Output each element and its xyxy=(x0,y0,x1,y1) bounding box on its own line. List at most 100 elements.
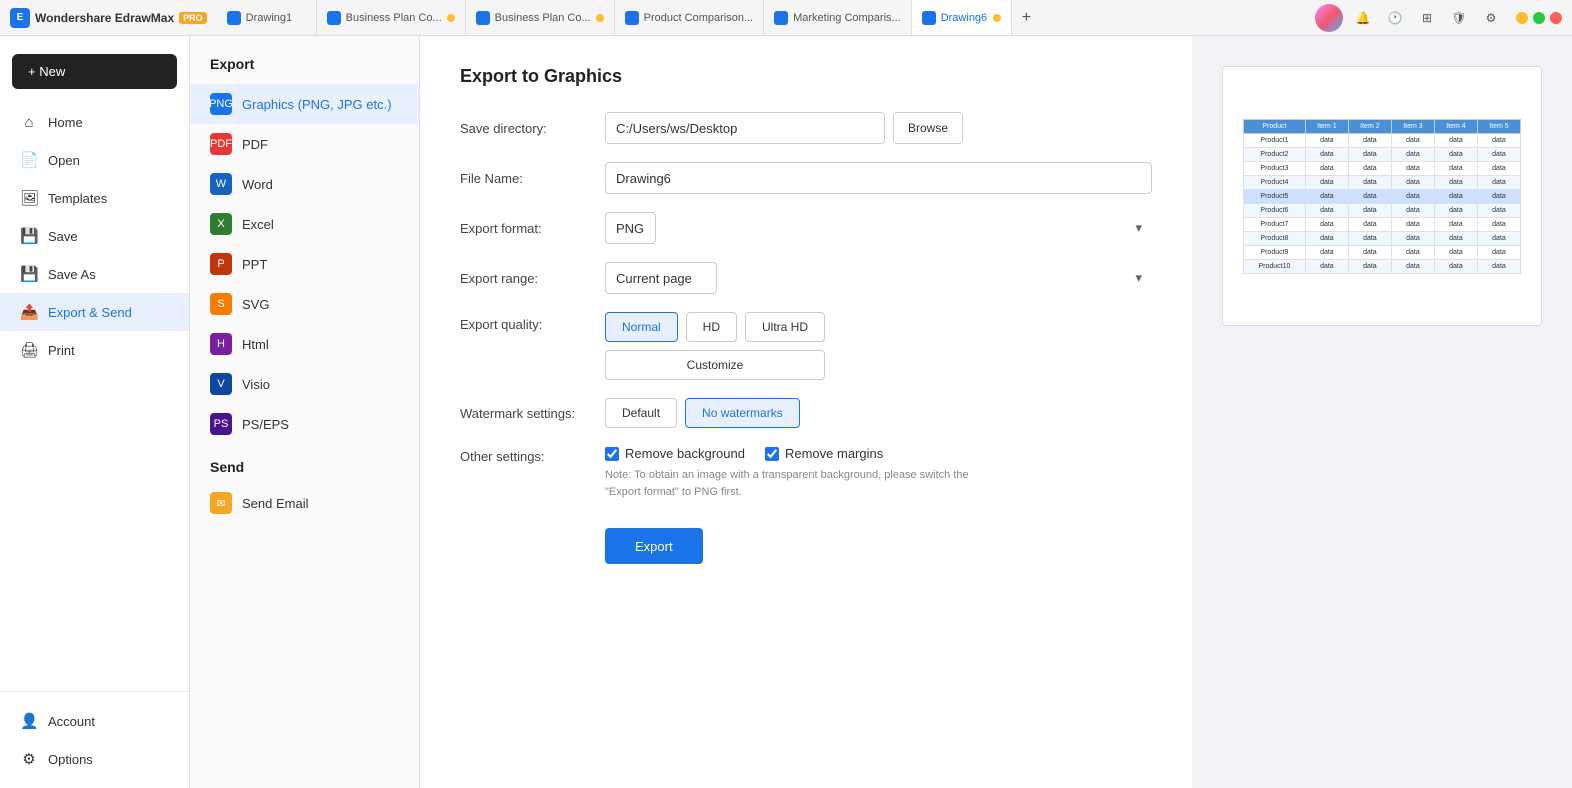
other-settings-control: Remove background Remove margins Note: T… xyxy=(605,446,1152,500)
export-button[interactable]: Export xyxy=(605,528,703,564)
main-content: Export to Graphics Save directory: Brows… xyxy=(420,36,1192,788)
visio-icon: V xyxy=(210,373,232,395)
sidebar-item-print[interactable]: 🖨 Print xyxy=(0,331,189,369)
export-format-row: Export format: PNG JPG BMP TIFF GIF xyxy=(460,212,1152,244)
shield-icon[interactable]: 🛡 xyxy=(1447,6,1471,30)
email-icon: ✉ xyxy=(210,492,232,514)
quality-normal-button[interactable]: Normal xyxy=(605,312,678,342)
sidebar-item-save[interactable]: 💾 Save xyxy=(0,217,189,255)
account-icon: 👤 xyxy=(20,712,38,730)
remove-margins-checkbox[interactable]: Remove margins xyxy=(765,446,883,461)
sidebar-item-templates[interactable]: 🖼 Templates xyxy=(0,179,189,217)
watermark-default-button[interactable]: Default xyxy=(605,398,677,428)
preview-table: Product Item 1 Item 2 Item 3 Item 4 Item… xyxy=(1243,119,1521,274)
other-settings-label: Other settings: xyxy=(460,446,590,464)
export-item-word[interactable]: W Word xyxy=(190,164,419,204)
save-directory-row: Save directory: Browse xyxy=(460,112,1152,144)
quality-group: Normal HD Ultra HD xyxy=(605,312,825,342)
maximize-button[interactable] xyxy=(1533,12,1545,24)
svg-icon: S xyxy=(210,293,232,315)
quality-ultra-hd-button[interactable]: Ultra HD xyxy=(745,312,825,342)
watermark-group: Default No watermarks xyxy=(605,398,800,428)
tabs-bar: Drawing1 Business Plan Co... Business Pl… xyxy=(217,0,1315,35)
note-text: Note: To obtain an image with a transpar… xyxy=(605,467,985,500)
export-item-html[interactable]: H Html xyxy=(190,324,419,364)
remove-background-input[interactable] xyxy=(605,447,619,461)
export-range-select[interactable]: Current page All pages Selected pages xyxy=(605,262,717,294)
file-name-control xyxy=(605,162,1152,194)
other-settings-row: Other settings: Remove background Remove… xyxy=(460,446,1152,500)
file-name-label: File Name: xyxy=(460,171,590,186)
save-directory-label: Save directory: xyxy=(460,121,590,136)
export-item-graphics[interactable]: PNG Graphics (PNG, JPG etc.) xyxy=(190,84,419,124)
quality-section: Normal HD Ultra HD Customize xyxy=(605,312,825,380)
send-section-title: Send xyxy=(190,444,419,483)
tab-drawing1[interactable]: Drawing1 xyxy=(217,0,317,35)
close-button[interactable] xyxy=(1550,12,1562,24)
titlebar-controls: 🔔 🕐 ⊞ 🛡 ⚙ xyxy=(1315,4,1572,32)
page-title: Export to Graphics xyxy=(460,66,1152,87)
file-name-row: File Name: xyxy=(460,162,1152,194)
sidebar-item-account[interactable]: 👤 Account xyxy=(0,702,189,740)
tab-business-plan-1[interactable]: Business Plan Co... xyxy=(317,0,466,35)
minimize-button[interactable] xyxy=(1516,12,1528,24)
customize-button[interactable]: Customize xyxy=(605,350,825,380)
sidebar-bottom: 👤 Account ⚙ Options xyxy=(0,691,189,778)
app-icon: E xyxy=(10,8,30,28)
file-name-input[interactable] xyxy=(605,162,1152,194)
templates-icon: 🖼 xyxy=(20,189,38,207)
clock-icon[interactable]: 🕐 xyxy=(1383,6,1407,30)
titlebar: E Wondershare EdrawMax PRO Drawing1 Busi… xyxy=(0,0,1572,36)
export-range-row: Export range: Current page All pages Sel… xyxy=(460,262,1152,294)
export-item-svg[interactable]: S SVG xyxy=(190,284,419,324)
settings-icon[interactable]: ⚙ xyxy=(1479,6,1503,30)
notification-bell[interactable]: 🔔 xyxy=(1351,6,1375,30)
watermark-control: Default No watermarks xyxy=(605,398,1152,428)
html-icon: H xyxy=(210,333,232,355)
export-range-label: Export range: xyxy=(460,271,590,286)
export-format-control: PNG JPG BMP TIFF GIF xyxy=(605,212,1152,244)
tab-drawing6[interactable]: Drawing6 xyxy=(912,0,1012,35)
export-item-pdf[interactable]: PDF PDF xyxy=(190,124,419,164)
tab-business-plan-2[interactable]: Business Plan Co... xyxy=(466,0,615,35)
sidebar-item-open[interactable]: 📄 Open xyxy=(0,141,189,179)
checkbox-group: Remove background Remove margins xyxy=(605,446,985,461)
window-controls xyxy=(1516,12,1562,24)
user-avatar[interactable] xyxy=(1315,4,1343,32)
add-tab-button[interactable]: + xyxy=(1012,9,1041,27)
browse-button[interactable]: Browse xyxy=(893,112,963,144)
preview-box: Product Item 1 Item 2 Item 3 Item 4 Item… xyxy=(1222,66,1542,326)
export-format-label: Export format: xyxy=(460,221,590,236)
sidebar-item-home[interactable]: ⌂ Home xyxy=(0,104,189,141)
word-icon: W xyxy=(210,173,232,195)
home-icon: ⌂ xyxy=(20,114,38,131)
save-icon: 💾 xyxy=(20,227,38,245)
export-item-pseps[interactable]: PS PS/EPS xyxy=(190,404,419,444)
export-item-send-email[interactable]: ✉ Send Email xyxy=(190,483,419,523)
export-item-excel[interactable]: X Excel xyxy=(190,204,419,244)
tab-product-comparison[interactable]: Product Comparison... xyxy=(615,0,764,35)
new-button[interactable]: + New xyxy=(12,54,177,89)
grid-icon[interactable]: ⊞ xyxy=(1415,6,1439,30)
png-icon: PNG xyxy=(210,93,232,115)
tab-marketing-comparison[interactable]: Marketing Comparis... xyxy=(764,0,912,35)
sidebar-item-options[interactable]: ⚙ Options xyxy=(0,740,189,778)
export-icon: 📤 xyxy=(20,303,38,321)
preview-panel: Product Item 1 Item 2 Item 3 Item 4 Item… xyxy=(1192,36,1572,788)
sidebar-item-export-send[interactable]: 📤 Export & Send xyxy=(0,293,189,331)
remove-background-checkbox[interactable]: Remove background xyxy=(605,446,745,461)
export-item-ppt[interactable]: P PPT xyxy=(190,244,419,284)
export-item-visio[interactable]: V Visio xyxy=(190,364,419,404)
watermark-label: Watermark settings: xyxy=(460,406,590,421)
quality-hd-button[interactable]: HD xyxy=(686,312,737,342)
sidebar-item-save-as[interactable]: 💾 Save As xyxy=(0,255,189,293)
save-directory-input[interactable] xyxy=(605,112,885,144)
remove-margins-input[interactable] xyxy=(765,447,779,461)
print-icon: 🖨 xyxy=(20,341,38,359)
pseps-icon: PS xyxy=(210,413,232,435)
ppt-icon: P xyxy=(210,253,232,275)
export-quality-label: Export quality: xyxy=(460,312,590,332)
open-icon: 📄 xyxy=(20,151,38,169)
watermark-none-button[interactable]: No watermarks xyxy=(685,398,800,428)
export-format-select[interactable]: PNG JPG BMP TIFF GIF xyxy=(605,212,656,244)
